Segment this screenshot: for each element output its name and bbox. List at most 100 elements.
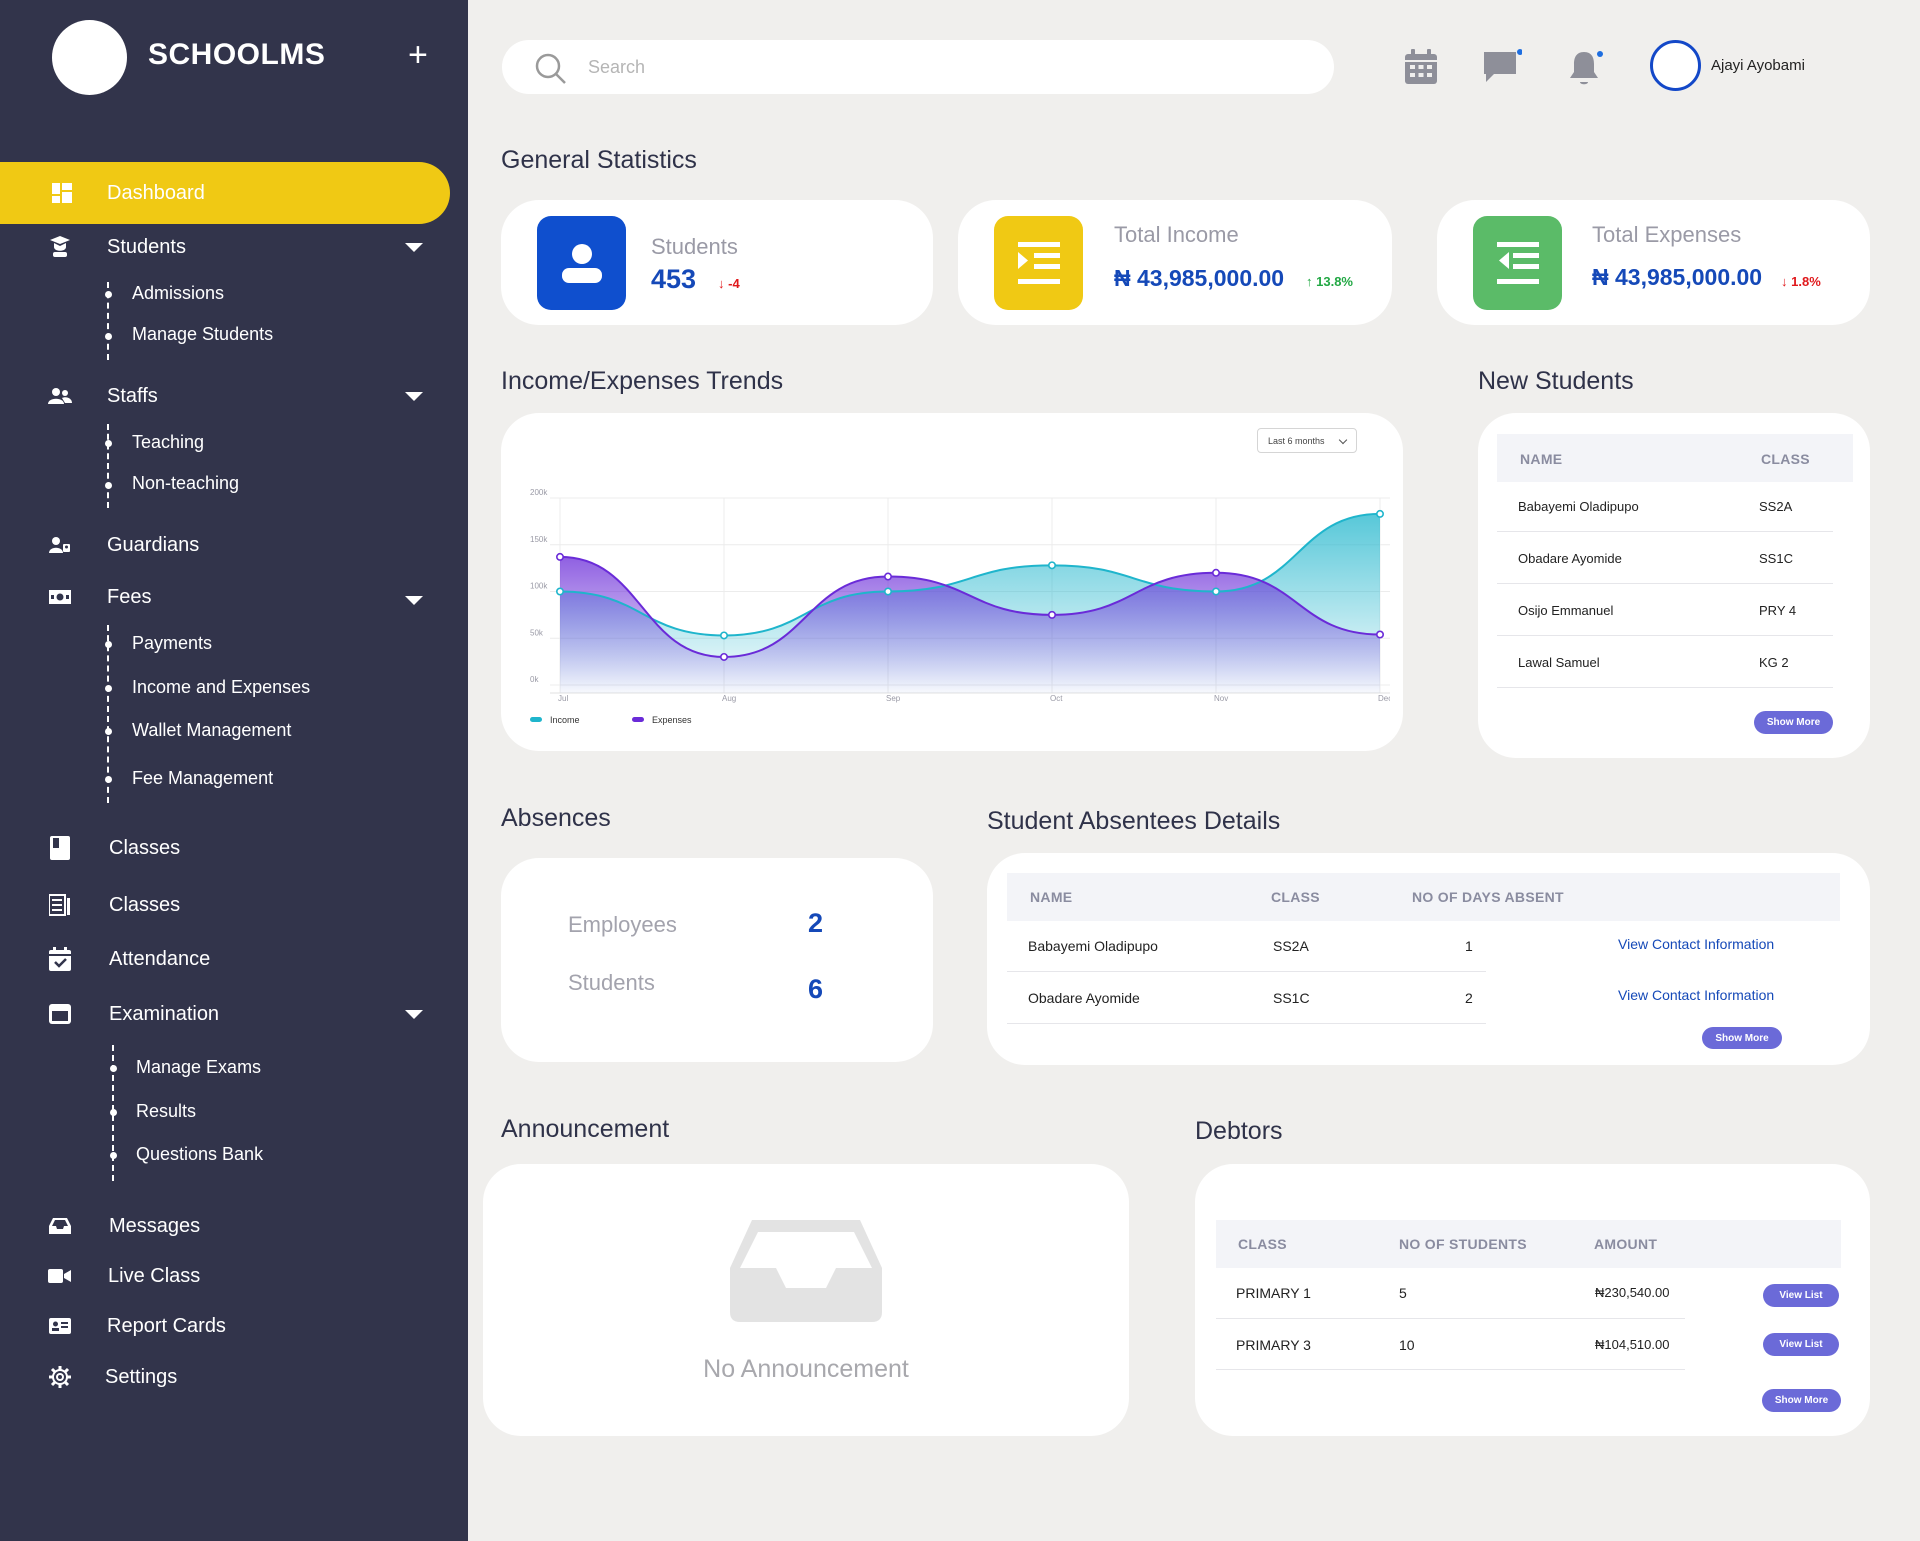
sidebar-item-examination[interactable]: Examination — [0, 992, 450, 1036]
debtor-count: 5 — [1399, 1285, 1407, 1301]
column-header-class: CLASS — [1271, 889, 1320, 905]
divider — [1497, 531, 1833, 532]
sidebar-item-attendance[interactable]: Attendance — [0, 937, 450, 981]
list-icon — [48, 893, 72, 917]
y-tick-label: 150k — [530, 535, 548, 544]
sidebar-subitem-fee-management[interactable]: Fee Management — [132, 768, 273, 789]
legend-label: Expenses — [652, 715, 692, 725]
stat-label: Total Income — [1114, 222, 1239, 247]
show-more-button[interactable]: Show More — [1762, 1389, 1841, 1412]
sidebar-item-guardians[interactable]: Guardians — [0, 523, 450, 567]
student-name: Osijo Emmanuel — [1518, 603, 1614, 618]
chevron-down-icon[interactable] — [405, 596, 423, 605]
stat-change: ↓ 1.8% — [1781, 274, 1821, 289]
bullet-icon — [105, 776, 112, 783]
divider — [1216, 1318, 1685, 1319]
sidebar-subitem-wallet-management[interactable]: Wallet Management — [132, 720, 291, 741]
video-camera-icon — [48, 1264, 72, 1288]
column-header-class: CLASS — [1761, 451, 1810, 467]
sidebar-item-classes[interactable]: Classes — [0, 826, 450, 870]
bullet-icon — [105, 641, 112, 648]
stat-label: Total Expenses — [1592, 222, 1742, 247]
search-icon — [534, 52, 568, 91]
show-more-button[interactable]: Show More — [1754, 711, 1833, 734]
employees-value: 2 — [808, 908, 824, 938]
sidebar-subitem-teaching[interactable]: Teaching — [132, 432, 204, 453]
bell-icon[interactable] — [1564, 46, 1604, 86]
chevron-down-icon[interactable] — [405, 242, 423, 252]
y-tick-label: 200k — [530, 488, 548, 497]
arrow-down-icon: ↓ — [718, 276, 725, 291]
add-button[interactable]: + — [408, 38, 428, 72]
new-students-card: NAME CLASS Babayemi Oladipupo SS2A Obada… — [1478, 413, 1870, 758]
sidebar-item-fees[interactable]: Fees — [0, 575, 450, 619]
sidebar-subitem-manage-students[interactable]: Manage Students — [132, 324, 273, 345]
data-point — [883, 587, 892, 596]
table-header: NAME CLASS NO OF DAYS ABSENT — [1007, 873, 1840, 921]
stat-change-value: 13.8% — [1316, 274, 1353, 289]
stat-change-value: -4 — [728, 276, 740, 291]
view-list-button[interactable]: View List — [1763, 1333, 1839, 1356]
series-area-expenses — [560, 556, 1380, 693]
sidebar-subitem-income-expenses[interactable]: Income and Expenses — [132, 677, 310, 698]
student-name: Obadare Ayomide — [1028, 990, 1140, 1006]
guardian-icon — [48, 533, 72, 557]
bullet-icon — [105, 440, 112, 447]
sidebar-subitem-questions-bank[interactable]: Questions Bank — [136, 1144, 263, 1165]
sidebar-item-live-class[interactable]: Live Class — [0, 1254, 450, 1298]
range-select[interactable]: Last 6 months — [1257, 428, 1357, 453]
staffs-subnav — [107, 424, 109, 508]
column-header-name: NAME — [1520, 451, 1563, 467]
sidebar-item-dashboard[interactable]: Dashboard — [0, 162, 450, 224]
brand-name: SCHOOLMS — [148, 38, 326, 71]
sidebar-item-messages[interactable]: Messages — [0, 1204, 450, 1248]
calendar-icon[interactable] — [1401, 46, 1441, 86]
sidebar-subitem-payments[interactable]: Payments — [132, 633, 212, 654]
chevron-down-icon[interactable] — [405, 391, 423, 401]
data-point — [720, 652, 729, 661]
view-contact-link[interactable]: View Contact Information — [1618, 987, 1774, 1003]
avatar[interactable] — [1650, 40, 1701, 91]
sidebar-item-settings[interactable]: Settings — [0, 1355, 450, 1399]
absences-card: Employees 2 Students 6 — [501, 858, 933, 1062]
student-name: Babayemi Oladipupo — [1518, 499, 1639, 514]
user-name[interactable]: Ajayi Ayobami — [1711, 57, 1805, 74]
student-class: SS2A — [1759, 499, 1793, 514]
debtor-amount: ₦230,540.00 — [1595, 1285, 1670, 1300]
arrow-up-icon: ↑ — [1306, 274, 1313, 289]
no-announcement-text: No Announcement — [703, 1355, 909, 1383]
x-tick-label: Sep — [886, 694, 901, 703]
announcement-card: No Announcement — [483, 1164, 1129, 1436]
sidebar-item-students[interactable]: Students — [0, 225, 450, 269]
sidebar-item-classes-list[interactable]: Classes — [0, 883, 450, 927]
id-card-icon — [48, 1314, 72, 1338]
arrow-down-icon: ↓ — [1781, 274, 1788, 289]
table-header: CLASS NO OF STUDENTS AMOUNT — [1216, 1220, 1841, 1268]
data-point — [1047, 561, 1056, 570]
announcement-title: Announcement — [501, 1115, 670, 1143]
data-point — [1211, 568, 1220, 577]
chevron-down-icon[interactable] — [405, 1009, 423, 1019]
sidebar-item-report-cards[interactable]: Report Cards — [0, 1304, 450, 1348]
search-input[interactable] — [588, 52, 1288, 82]
view-list-button[interactable]: View List — [1763, 1284, 1839, 1307]
student-class: SS1C — [1273, 990, 1310, 1006]
sidebar-subitem-results[interactable]: Results — [136, 1101, 196, 1122]
sidebar-subitem-non-teaching[interactable]: Non-teaching — [132, 473, 239, 494]
sidebar-subitem-manage-exams[interactable]: Manage Exams — [136, 1057, 261, 1078]
legend-label: Income — [550, 715, 580, 725]
bullet-icon — [110, 1109, 117, 1116]
brand-logo — [52, 20, 127, 95]
exam-icon — [48, 1002, 72, 1026]
sidebar-item-staffs[interactable]: Staffs — [0, 374, 450, 418]
sidebar-subitem-admissions[interactable]: Admissions — [132, 283, 224, 304]
show-more-button[interactable]: Show More — [1702, 1027, 1782, 1049]
chat-icon[interactable] — [1482, 46, 1523, 86]
stat-label: Students — [651, 234, 738, 259]
view-contact-link[interactable]: View Contact Information — [1618, 936, 1774, 952]
income-expenses-chart: 0k 50k 100k 150k 200k Jul Aug Sep Oct Nov Dec Incom… — [530, 488, 1390, 725]
days-absent: 1 — [1465, 938, 1473, 954]
days-absent: 2 — [1465, 990, 1473, 1006]
students-label: Students — [568, 970, 655, 995]
column-header-class: CLASS — [1238, 1236, 1287, 1252]
